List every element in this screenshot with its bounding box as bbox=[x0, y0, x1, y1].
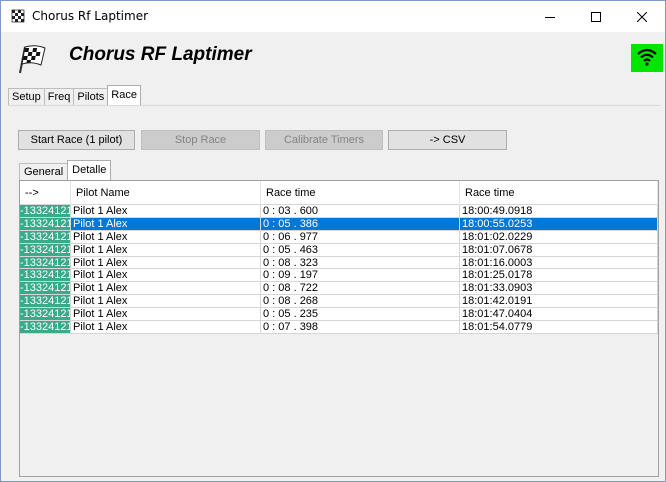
table-row[interactable]: -13324121 Pilot 1 Alex 0 : 09 . 197 18:01:2… bbox=[20, 269, 658, 283]
cell-pilot-id: -13324121 bbox=[20, 256, 71, 270]
tab-race[interactable]: Race bbox=[107, 85, 141, 105]
cell-pilot-id: -13324121 bbox=[20, 269, 71, 283]
lap-times-table[interactable]: --> Pilot Name Race time Race time -1332… bbox=[19, 180, 659, 477]
table-header: --> Pilot Name Race time Race time bbox=[20, 181, 658, 205]
export-csv-button[interactable]: -> CSV bbox=[388, 130, 507, 150]
cell-pilot-name: Pilot 1 Alex bbox=[71, 308, 261, 322]
cell-race-time: 0 : 05 . 235 bbox=[261, 308, 460, 322]
cell-pilot-name: Pilot 1 Alex bbox=[71, 321, 261, 334]
tab-detalle[interactable]: Detalle bbox=[67, 160, 112, 180]
cell-pilot-name: Pilot 1 Alex bbox=[71, 269, 261, 283]
wifi-icon bbox=[637, 48, 657, 69]
table-row[interactable]: -13324121 Pilot 1 Alex 0 : 08 . 722 18:01:3… bbox=[20, 282, 658, 296]
table-row[interactable]: -13324121 Pilot 1 Alex 0 : 08 . 268 18:01:4… bbox=[20, 295, 658, 309]
cell-pilot-id: -13324121 bbox=[20, 295, 71, 309]
column-header-race-time[interactable]: Race time bbox=[261, 181, 460, 205]
close-button[interactable] bbox=[619, 1, 665, 32]
cell-race-time: 0 : 09 . 197 bbox=[261, 269, 460, 283]
cell-race-time: 0 : 06 . 977 bbox=[261, 230, 460, 244]
cell-pilot-name: Pilot 1 Alex bbox=[71, 295, 261, 309]
table-row[interactable]: -13324121 Pilot 1 Alex 0 : 07 . 398 18:01:5… bbox=[20, 321, 658, 334]
app-window: Chorus Rf Laptimer Chorus RF Laptimer Se… bbox=[0, 0, 666, 482]
cell-pilot-id: -13324121 bbox=[20, 217, 71, 231]
cell-pilot-name: Pilot 1 Alex bbox=[71, 243, 261, 257]
app-icon bbox=[11, 9, 25, 23]
cell-timestamp: 18:01:33.0903 bbox=[460, 282, 658, 296]
window-title: Chorus Rf Laptimer bbox=[32, 9, 149, 23]
cell-pilot-name: Pilot 1 Alex bbox=[71, 217, 261, 231]
table-row[interactable]: -13324121 Pilot 1 Alex 0 : 05 . 235 18:01:4… bbox=[20, 308, 658, 322]
table-row[interactable]: -13324121 Pilot 1 Alex 0 : 08 . 323 18:01:1… bbox=[20, 256, 658, 270]
cell-race-time: 0 : 08 . 722 bbox=[261, 282, 460, 296]
cell-pilot-name: Pilot 1 Alex bbox=[71, 256, 261, 270]
calibrate-timers-button[interactable]: Calibrate Timers bbox=[265, 130, 383, 150]
cell-pilot-id: -13324121 bbox=[20, 308, 71, 322]
tab-setup[interactable]: Setup bbox=[8, 88, 45, 105]
title-bar[interactable]: Chorus Rf Laptimer bbox=[1, 1, 665, 32]
checkered-flag-icon bbox=[15, 43, 49, 77]
cell-race-time: 0 : 08 . 323 bbox=[261, 256, 460, 270]
column-header-pilot-name[interactable]: Pilot Name bbox=[71, 181, 261, 205]
tab-freq[interactable]: Freq bbox=[43, 88, 75, 105]
cell-timestamp: 18:01:02.0229 bbox=[460, 230, 658, 244]
cell-pilot-name: Pilot 1 Alex bbox=[71, 230, 261, 244]
cell-pilot-id: -13324121 bbox=[20, 205, 71, 218]
cell-pilot-id: -13324121 bbox=[20, 230, 71, 244]
cell-pilot-name: Pilot 1 Alex bbox=[71, 205, 261, 218]
cell-timestamp: 18:00:49.0918 bbox=[460, 205, 658, 218]
cell-race-time: 0 : 05 . 386 bbox=[261, 217, 460, 231]
connection-status[interactable] bbox=[631, 44, 663, 72]
sub-tab-bar: General Detalle bbox=[19, 160, 112, 180]
cell-race-time: 0 : 07 . 398 bbox=[261, 321, 460, 334]
tab-pilots[interactable]: Pilots bbox=[73, 88, 109, 105]
tab-general[interactable]: General bbox=[19, 163, 69, 180]
cell-timestamp: 18:01:25.0178 bbox=[460, 269, 658, 283]
table-row[interactable]: -13324121 Pilot 1 Alex 0 : 03 . 600 18:00:4… bbox=[20, 205, 658, 218]
cell-race-time: 0 : 08 . 268 bbox=[261, 295, 460, 309]
cell-timestamp: 18:01:07.0678 bbox=[460, 243, 658, 257]
cell-race-time: 0 : 03 . 600 bbox=[261, 205, 460, 218]
table-row[interactable]: -13324121 Pilot 1 Alex 0 : 06 . 977 18:01:0… bbox=[20, 230, 658, 244]
cell-pilot-id: -13324121 bbox=[20, 321, 71, 334]
cell-timestamp: 18:01:47.0404 bbox=[460, 308, 658, 322]
table-row[interactable]: -13324121 Pilot 1 Alex 0 : 05 . 386 18:00:5… bbox=[20, 217, 658, 231]
column-header-race-timestamp[interactable]: Race time bbox=[460, 181, 658, 205]
cell-pilot-id: -13324121 bbox=[20, 282, 71, 296]
stop-race-button[interactable]: Stop Race bbox=[141, 130, 260, 150]
start-race-button[interactable]: Start Race (1 pilot) bbox=[18, 130, 135, 150]
close-icon bbox=[637, 11, 647, 22]
minimize-icon bbox=[545, 12, 555, 22]
table-row[interactable]: -13324121 Pilot 1 Alex 0 : 05 . 463 18:01:0… bbox=[20, 243, 658, 257]
cell-pilot-id: -13324121 bbox=[20, 243, 71, 257]
minimize-button[interactable] bbox=[527, 1, 573, 32]
cell-timestamp: 18:00:55.0253 bbox=[460, 217, 658, 231]
cell-timestamp: 18:01:42.0191 bbox=[460, 295, 658, 309]
cell-timestamp: 18:01:54.0779 bbox=[460, 321, 658, 334]
column-header-id[interactable]: --> bbox=[20, 181, 71, 205]
cell-race-time: 0 : 05 . 463 bbox=[261, 243, 460, 257]
app-title: Chorus RF Laptimer bbox=[69, 44, 252, 65]
app-header: Chorus RF Laptimer bbox=[1, 32, 665, 84]
maximize-button[interactable] bbox=[573, 1, 619, 32]
maximize-icon bbox=[591, 11, 601, 22]
cell-pilot-name: Pilot 1 Alex bbox=[71, 282, 261, 296]
table-body: -13324121 Pilot 1 Alex 0 : 03 . 600 18:00:4… bbox=[20, 205, 658, 334]
cell-timestamp: 18:01:16.0003 bbox=[460, 256, 658, 270]
main-tab-bar: Setup Freq Pilots Race bbox=[8, 85, 141, 105]
